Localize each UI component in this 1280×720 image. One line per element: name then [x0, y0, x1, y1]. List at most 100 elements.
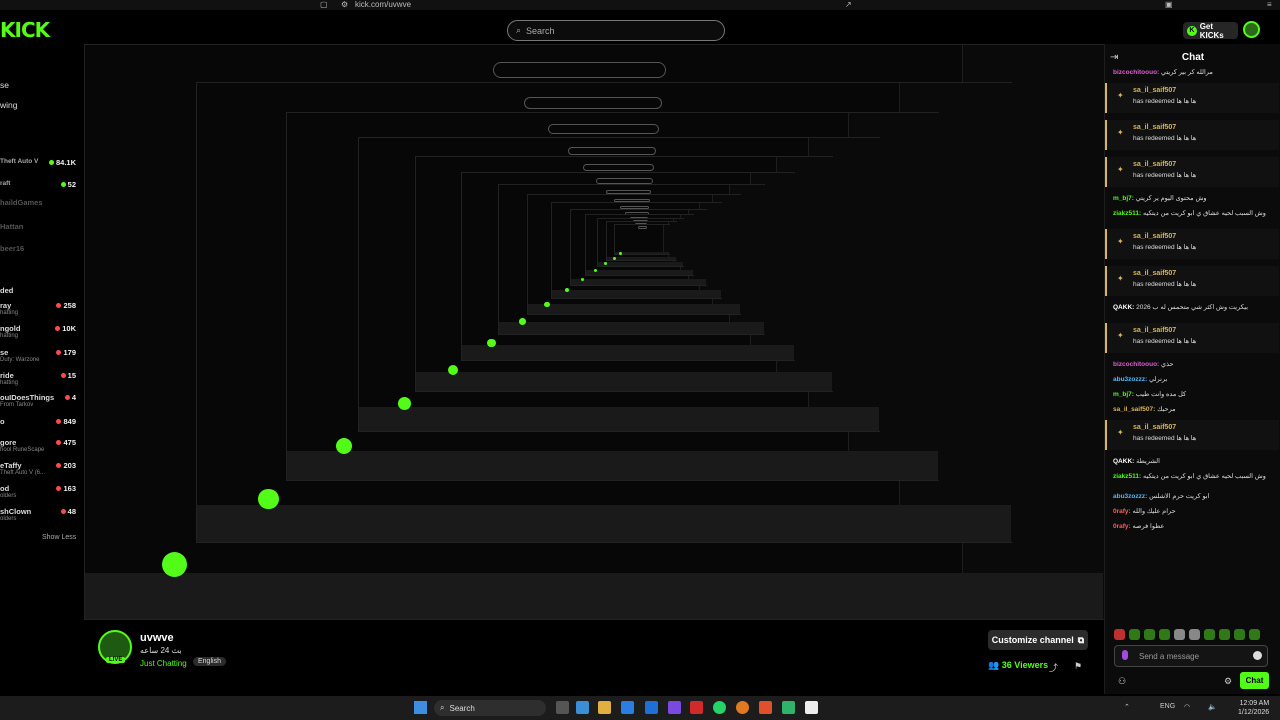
app-icon[interactable] — [690, 701, 703, 714]
chat-username[interactable]: QAKK: — [1113, 458, 1134, 465]
chat-username[interactable]: sa_il_saif507 — [1133, 270, 1176, 277]
chat-message: bizcochitoouo: حذي — [1113, 360, 1277, 368]
windows-start-icon[interactable] — [414, 701, 427, 714]
edge-icon[interactable] — [576, 701, 589, 714]
search-input[interactable]: ⌕ Search — [507, 20, 725, 41]
send-chat-button[interactable]: Chat — [1240, 672, 1269, 689]
chat-username[interactable]: sa_il_saif507 — [1133, 327, 1176, 334]
chat-title: Chat — [1181, 52, 1205, 63]
chat-message: bizcochitoouo: مرالله كر بير كريتي — [1113, 68, 1277, 76]
sidebar-channel[interactable]: beer16 — [0, 244, 80, 254]
language-tag[interactable]: English — [193, 657, 226, 666]
stream-category[interactable]: Just Chatting — [140, 659, 187, 668]
microphone-icon[interactable] — [1122, 650, 1128, 660]
url-text[interactable]: kick.com/uvwve — [355, 0, 411, 9]
teams-icon[interactable] — [668, 701, 681, 714]
following-channel[interactable]: shClown olders 48 — [0, 507, 80, 522]
nested-taskbar — [597, 262, 684, 267]
taskbar-search[interactable]: ⌕ Search — [434, 700, 546, 716]
chat-username[interactable]: abu3zozzz: — [1113, 493, 1147, 500]
following-channel[interactable]: od olders 163 — [0, 484, 80, 499]
following-channel[interactable]: gore hool RuneScape 475 — [0, 438, 80, 453]
chat-settings-icon[interactable]: ⚙ — [1224, 676, 1232, 687]
sidebar-nav-item[interactable]: se — [0, 80, 9, 90]
share-icon[interactable]: ⤴ — [1049, 661, 1058, 674]
taskbar-language[interactable]: ENG — [1160, 703, 1175, 710]
chat-username[interactable]: sa_il_saif507 — [1133, 161, 1176, 168]
chat-message-input[interactable]: Send a message — [1114, 645, 1268, 667]
chat-username[interactable]: sa_il_saif507: — [1113, 406, 1155, 413]
chat-username[interactable]: ziakz511: — [1113, 210, 1141, 217]
chat-username[interactable]: sa_il_saif507 — [1133, 87, 1176, 94]
chat-username[interactable]: m_bj7: — [1113, 391, 1134, 398]
volume-icon[interactable]: 🔈 — [1208, 703, 1217, 711]
edge-browser-icon[interactable] — [621, 701, 634, 714]
task-view-icon[interactable] — [556, 701, 569, 714]
chat-username[interactable]: sa_il_saif507 — [1133, 233, 1176, 240]
chat-message: abu3zozzz: برنرلي — [1113, 375, 1277, 383]
search-icon: ⌕ — [516, 25, 522, 35]
following-channel[interactable]: ray hatting 258 — [0, 301, 80, 316]
customize-channel-button[interactable]: Customize channel ⧉ — [988, 630, 1088, 650]
sidebar-channel[interactable]: raft 52 — [0, 180, 80, 190]
taskbar-clock[interactable]: 12:09 AM 1/12/2026 — [1238, 699, 1269, 717]
chat-username[interactable]: m_bj7: — [1113, 195, 1134, 202]
chat-username[interactable]: ziakz511: — [1113, 473, 1141, 480]
users-icon[interactable]: ⚇ — [1118, 676, 1126, 687]
file-explorer-icon[interactable] — [598, 701, 611, 714]
share-icon[interactable]: ↗ — [845, 0, 852, 9]
following-channel[interactable]: se Duty: Warzone 179 — [0, 348, 80, 363]
notepad-icon[interactable] — [805, 701, 818, 714]
chat-username[interactable]: 0rafy: — [1113, 523, 1131, 530]
stream-video-player[interactable] — [84, 44, 1104, 620]
kick-logo[interactable]: KICK — [0, 18, 50, 42]
bookmark-icon[interactable]: ▢ — [320, 0, 328, 9]
search-placeholder: Search — [526, 25, 555, 36]
following-channel[interactable]: o 849 — [0, 417, 80, 427]
chat-username[interactable]: bizcochitoouo: — [1113, 361, 1159, 368]
chat-username[interactable]: sa_il_saif507 — [1133, 424, 1176, 431]
whatsapp-icon[interactable] — [713, 701, 726, 714]
sidebar-channel[interactable]: haildGames — [0, 198, 80, 208]
user-avatar[interactable] — [1243, 21, 1260, 38]
menu-icon[interactable]: ≡ — [1267, 0, 1272, 9]
chat-username[interactable]: QAKK: — [1113, 304, 1134, 311]
left-sidebar: se wing Theft Auto V 84.1K raft 52 haild… — [0, 50, 84, 550]
chat-redeem-message: ✦ sa_il_saif507 has redeemed ها ها ها — [1105, 229, 1279, 259]
firefox-icon[interactable] — [736, 701, 749, 714]
nested-taskbar — [286, 450, 938, 481]
emoji-icon[interactable] — [1253, 651, 1262, 660]
chat-message-text: مرحبك — [1157, 406, 1176, 413]
show-less-link[interactable]: Show Less — [42, 534, 76, 541]
sidebar-channel[interactable]: Hattan — [0, 222, 80, 232]
nested-avatar — [619, 252, 623, 256]
chat-username[interactable]: 0rafy: — [1113, 508, 1131, 515]
extensions-icon[interactable]: ▣ — [1165, 0, 1173, 9]
following-channel[interactable]: eTaffy Theft Auto V (6... 203 — [0, 461, 80, 476]
chat-username[interactable]: abu3zozzz: — [1113, 376, 1147, 383]
chat-message-text: ابو كريت حرم الاشلس — [1149, 493, 1210, 500]
brave-icon[interactable] — [759, 701, 772, 714]
report-icon[interactable]: ⚑ — [1074, 661, 1082, 672]
emote-bar[interactable] — [1114, 629, 1274, 641]
nested-search-box — [493, 62, 667, 78]
app-green-icon[interactable] — [782, 701, 795, 714]
following-channel[interactable]: ouIDoesThings From Tarkov 4 — [0, 393, 80, 408]
store-icon[interactable] — [645, 701, 658, 714]
chat-message-text: حذي — [1161, 361, 1174, 368]
tray-chevron-icon[interactable]: ⌃ — [1124, 703, 1130, 711]
get-kicks-button[interactable]: K Get KICKs — [1183, 22, 1238, 40]
sidebar-channel[interactable]: Theft Auto V 84.1K — [0, 158, 80, 168]
sidebar-nav-item[interactable]: wing — [0, 100, 17, 110]
nested-taskbar — [416, 372, 832, 392]
redeem-icon: ✦ — [1117, 128, 1124, 137]
following-channel[interactable]: ride hatting 15 — [0, 371, 80, 386]
chat-redeem-message: ✦ sa_il_saif507 has redeemed ها ها ها — [1105, 120, 1279, 150]
wifi-icon[interactable]: ◠ — [1184, 703, 1190, 711]
following-channel[interactable]: ngold hatting 10K — [0, 324, 80, 339]
chat-username[interactable]: sa_il_saif507 — [1133, 124, 1176, 131]
nested-chat-panel — [663, 224, 672, 255]
chat-username[interactable]: bizcochitoouo: — [1113, 69, 1159, 76]
site-info-icon[interactable]: ⚙ — [341, 0, 348, 9]
channel-name[interactable]: uvwve — [140, 632, 174, 644]
